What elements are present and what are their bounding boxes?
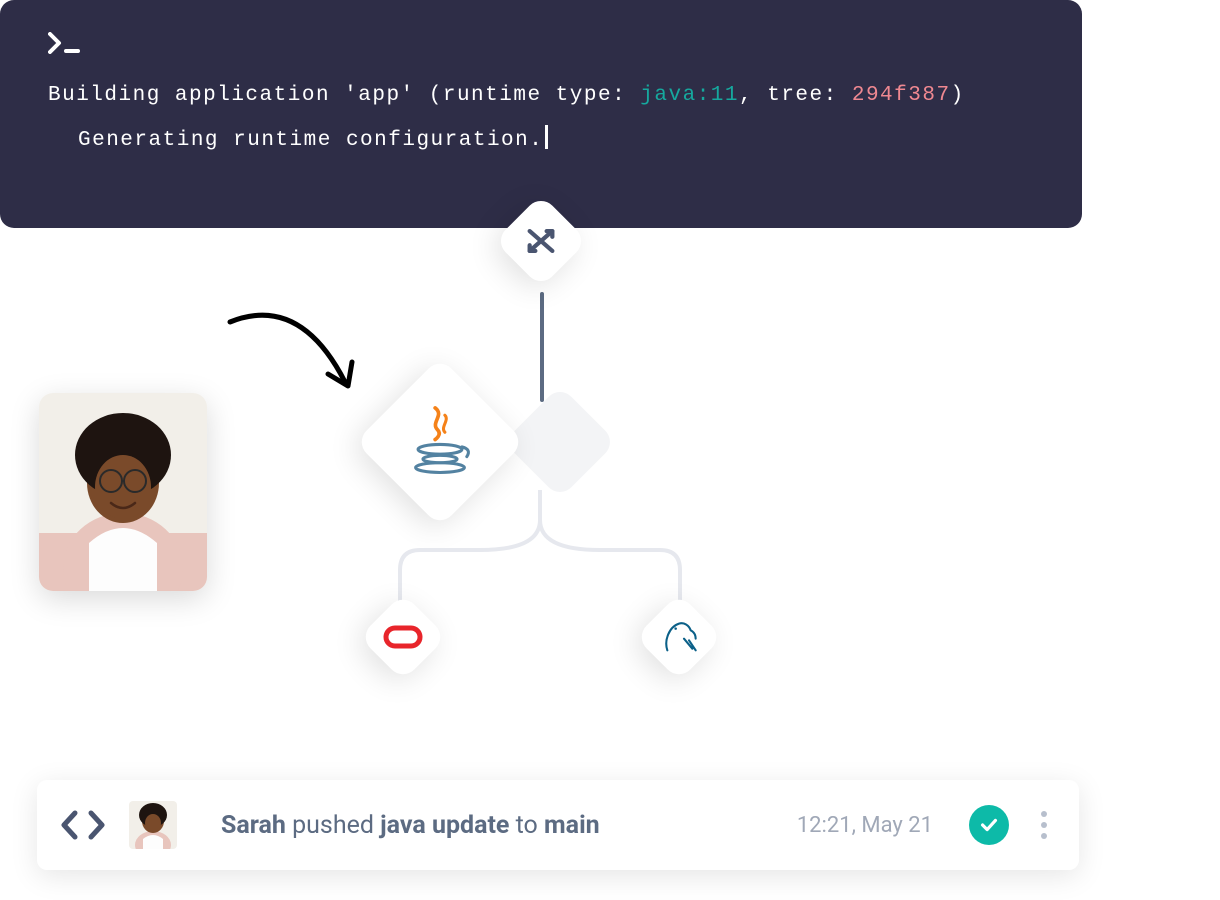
- java-node[interactable]: [355, 357, 525, 527]
- activity-action-pre: pushed: [286, 811, 380, 840]
- activity-row: Sarah pushed java update to main 12:21, …: [37, 780, 1079, 870]
- terminal-prompt-icon: [48, 32, 1034, 54]
- curved-arrow: [210, 302, 370, 412]
- runtime-value: java:11: [640, 84, 739, 107]
- oracle-node[interactable]: [359, 593, 447, 681]
- build-text-post: ): [951, 84, 965, 107]
- terminal-cursor: [545, 125, 548, 149]
- connector-vertical: [540, 292, 544, 402]
- user-avatar-small: [129, 801, 177, 849]
- node-shadow: [503, 385, 616, 498]
- terminal-line-1: Building application 'app' (runtime type…: [48, 84, 1034, 107]
- status-success-badge: [969, 805, 1009, 845]
- build-text-mid: , tree:: [739, 84, 852, 107]
- activity-branch: main: [544, 811, 600, 840]
- generating-text: Generating runtime configuration.: [78, 129, 543, 152]
- terminal-line-2: Generating runtime configuration.: [48, 125, 1034, 152]
- user-avatar-large: [39, 393, 207, 591]
- mysql-icon: [659, 617, 699, 657]
- activity-timestamp: 12:21, May 21: [797, 813, 933, 838]
- activity-commit: java update: [380, 811, 509, 840]
- check-icon: [978, 814, 1000, 836]
- oracle-icon: [382, 623, 424, 651]
- more-menu-button[interactable]: [1033, 811, 1055, 839]
- shuffle-node[interactable]: [494, 194, 587, 287]
- activity-action-mid: to: [509, 811, 544, 840]
- build-text-pre: Building application 'app' (runtime type…: [48, 84, 640, 107]
- activity-message: Sarah pushed java update to main: [221, 811, 773, 840]
- shuffle-icon: [524, 224, 558, 258]
- tree-value: 294f387: [852, 84, 951, 107]
- java-icon: [401, 403, 479, 481]
- mysql-node[interactable]: [635, 593, 723, 681]
- code-icon: [61, 810, 105, 840]
- activity-user: Sarah: [221, 811, 286, 840]
